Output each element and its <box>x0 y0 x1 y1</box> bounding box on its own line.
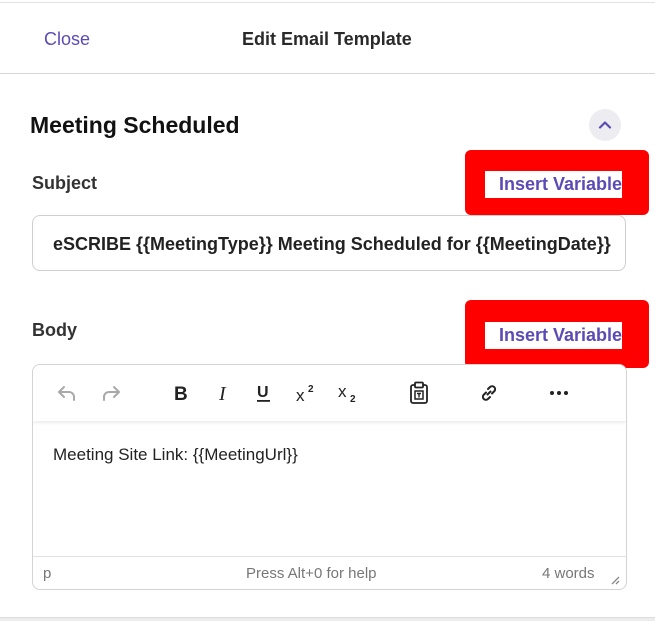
body-editor: B I U x 2 x 2 Meeting Site Link: {{Meeti… <box>32 364 627 590</box>
link-icon <box>481 385 497 401</box>
italic-icon: I <box>218 383 227 404</box>
subscript-button[interactable]: x 2 <box>332 377 364 409</box>
resize-handle-icon[interactable] <box>608 573 620 585</box>
subject-insert-variable-button[interactable]: Insert Variable <box>485 171 623 198</box>
bold-icon: B <box>174 384 188 404</box>
body-content[interactable]: Meeting Site Link: {{MeetingUrl}} <box>53 445 298 465</box>
body-insert-variable-button[interactable]: Insert Variable <box>485 322 623 349</box>
bold-button[interactable]: B <box>165 377 197 409</box>
help-hint: Press Alt+0 for help <box>246 565 377 582</box>
subject-input[interactable]: eSCRIBE {{MeetingType}} Meeting Schedule… <box>32 215 626 271</box>
subscript-icon: x 2 <box>338 382 356 404</box>
page-title: Edit Email Template <box>242 29 412 49</box>
underline-icon: U <box>257 384 270 402</box>
superscript-icon: x 2 <box>296 384 314 404</box>
svg-text:B: B <box>174 384 188 404</box>
email-template-panel: Close Edit Email Template Meeting Schedu… <box>0 0 655 618</box>
svg-text:x: x <box>338 382 347 401</box>
svg-text:2: 2 <box>350 394 356 404</box>
redo-icon <box>103 386 120 401</box>
undo-icon <box>58 386 75 401</box>
svg-text:U: U <box>257 384 269 401</box>
collapse-section-button[interactable] <box>589 109 621 141</box>
link-button[interactable] <box>473 377 505 409</box>
svg-text:x: x <box>296 386 305 404</box>
editor-statusbar: p Press Alt+0 for help 4 words <box>33 556 626 589</box>
subject-label: Subject <box>32 173 98 193</box>
svg-text:2: 2 <box>308 384 314 395</box>
undo-button[interactable] <box>51 377 83 409</box>
more-button[interactable] <box>543 377 575 409</box>
subject-value: eSCRIBE {{MeetingType}} Meeting Schedule… <box>53 234 611 254</box>
superscript-button[interactable]: x 2 <box>290 377 322 409</box>
word-count[interactable]: 4 words <box>542 565 595 582</box>
section-title: Meeting Scheduled <box>30 112 240 138</box>
redo-button[interactable] <box>95 377 127 409</box>
underline-button[interactable]: U <box>248 377 280 409</box>
more-icon <box>550 391 568 395</box>
chevron-up-icon <box>598 121 612 129</box>
paste-text-icon <box>410 381 428 404</box>
italic-button[interactable]: I <box>207 377 239 409</box>
editor-toolbar: B I U x 2 x 2 <box>33 365 626 421</box>
body-label: Body <box>32 320 77 340</box>
header-bar: Close Edit Email Template <box>0 2 655 74</box>
close-button[interactable]: Close <box>44 29 90 50</box>
paste-text-button[interactable] <box>403 377 435 409</box>
svg-text:I: I <box>218 383 227 404</box>
element-path[interactable]: p <box>43 565 51 582</box>
